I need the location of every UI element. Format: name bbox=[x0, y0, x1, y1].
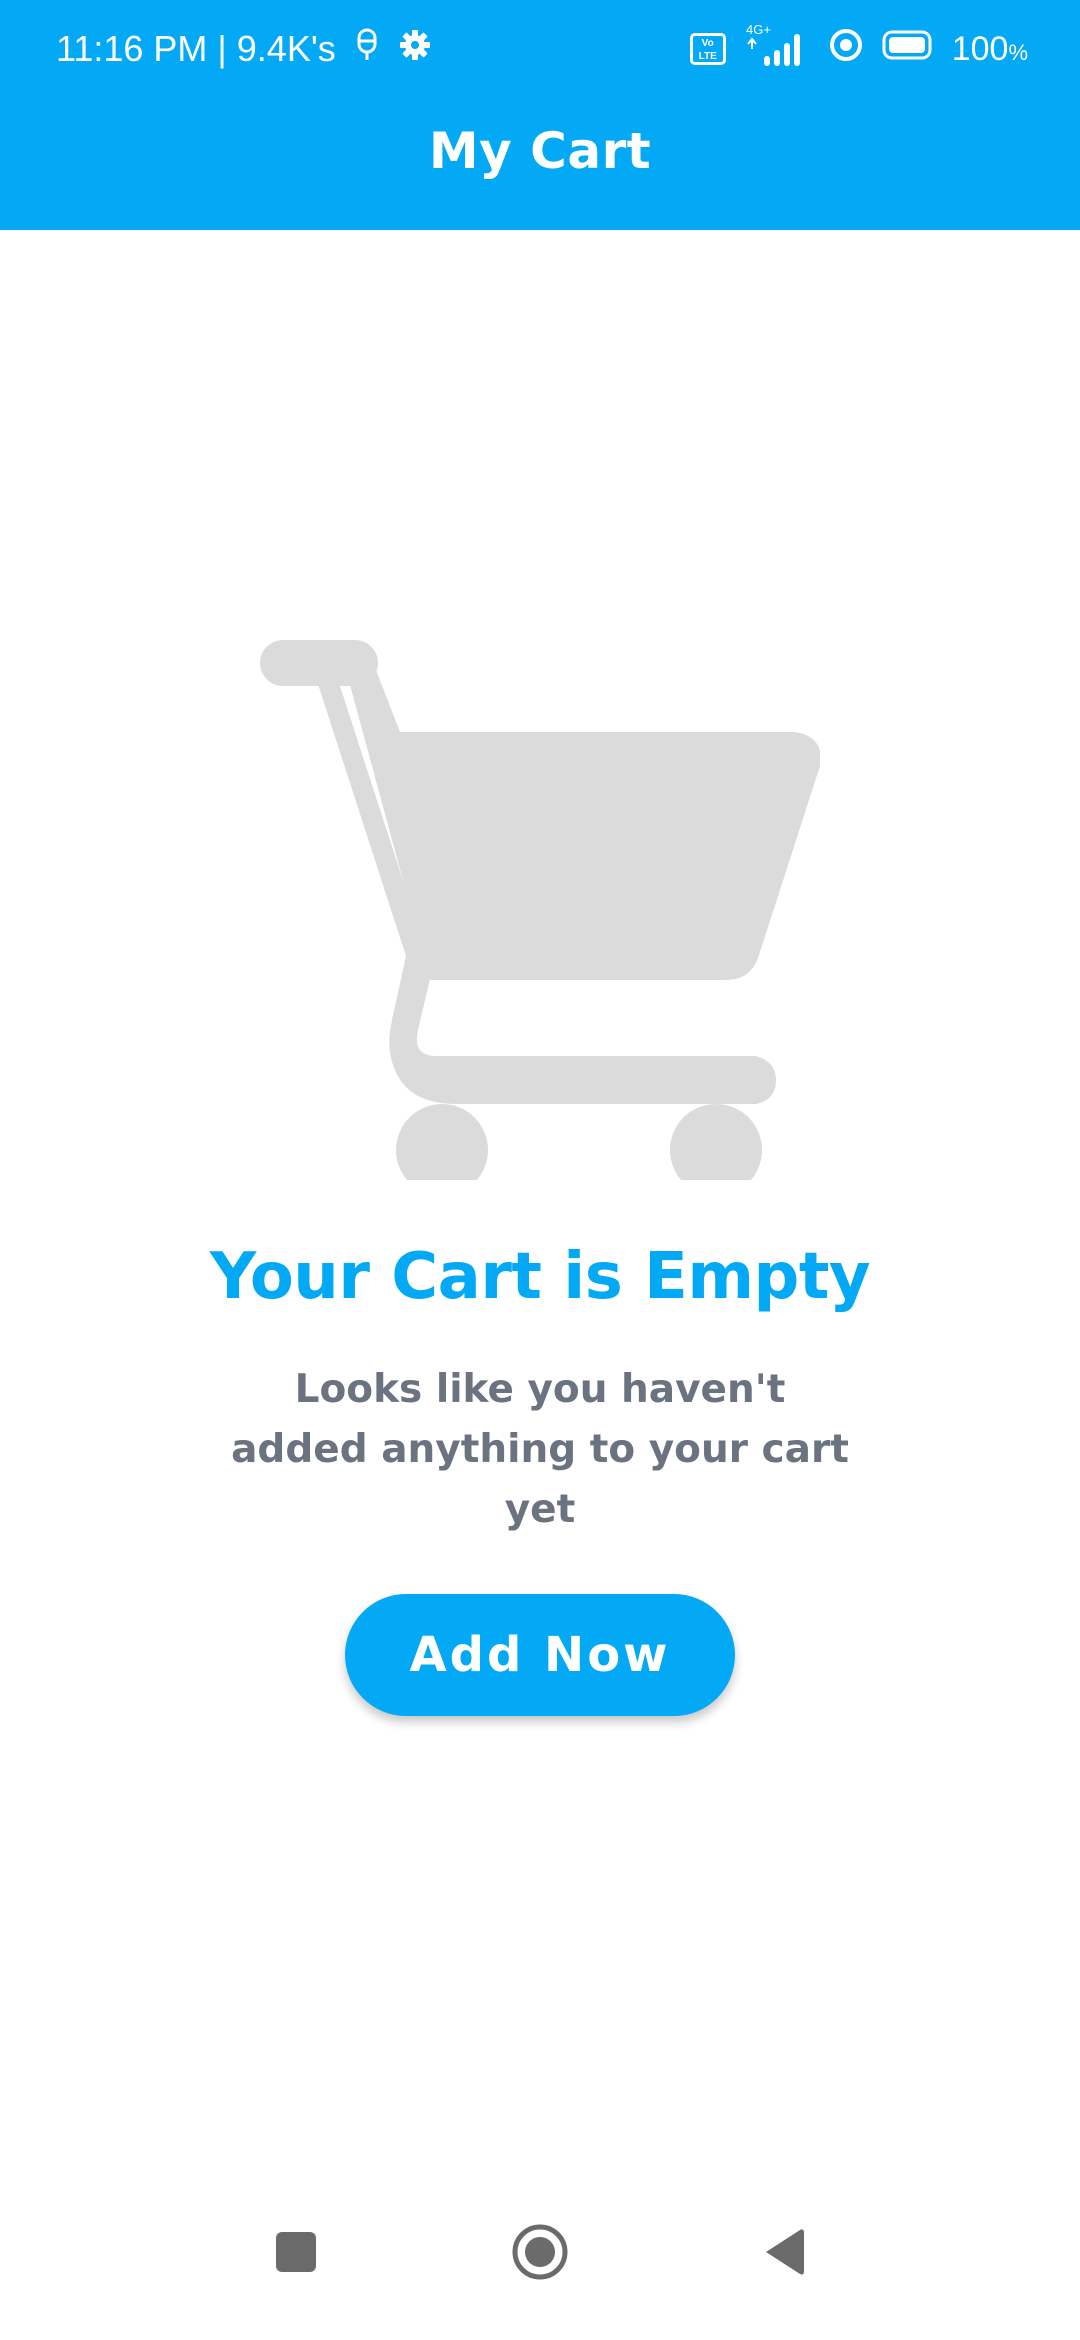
signal-icon: 4G+ bbox=[744, 22, 810, 77]
cart-screen: 11:16 PM | 9.4K's Vo LTE 4G+ 100% My Car… bbox=[0, 0, 1080, 2340]
shopping-cart-icon bbox=[260, 640, 820, 1180]
app-bar: My Cart bbox=[0, 96, 1080, 230]
battery-percentage: 100% bbox=[952, 30, 1028, 69]
status-time: 11:16 PM | 9.4K's bbox=[56, 28, 336, 69]
recents-icon bbox=[276, 2232, 316, 2272]
recents-button[interactable] bbox=[256, 2212, 336, 2292]
header: 11:16 PM | 9.4K's Vo LTE 4G+ 100% My Car… bbox=[0, 0, 1080, 230]
back-icon bbox=[766, 2229, 804, 2275]
battery-value: 100 bbox=[951, 29, 1009, 68]
empty-cart-title: Your Cart is Empty bbox=[209, 1240, 871, 1314]
status-bar: 11:16 PM | 9.4K's Vo LTE 4G+ 100% bbox=[0, 0, 1080, 96]
status-right: Vo LTE 4G+ 100% bbox=[689, 22, 1028, 77]
empty-cart-state: Your Cart is Empty Looks like you haven'… bbox=[0, 620, 1080, 1716]
battery-percent-sign: % bbox=[1008, 39, 1028, 65]
gear-icon bbox=[398, 28, 432, 71]
home-button[interactable] bbox=[500, 2212, 580, 2292]
back-button[interactable] bbox=[744, 2212, 824, 2292]
page-title: My Cart bbox=[428, 122, 652, 180]
volte-icon: Vo LTE bbox=[689, 33, 726, 65]
navigation-bar bbox=[0, 2190, 1080, 2340]
add-now-button[interactable]: Add Now bbox=[345, 1594, 735, 1716]
network-type-label: 4G+ bbox=[746, 22, 771, 37]
home-icon bbox=[512, 2224, 568, 2280]
status-left: 11:16 PM | 9.4K's bbox=[56, 24, 432, 74]
battery-icon bbox=[882, 29, 934, 70]
mic-off-icon bbox=[354, 27, 380, 72]
hotspot-icon bbox=[828, 27, 864, 72]
empty-cart-message: Looks like you haven't added anything to… bbox=[231, 1367, 849, 1532]
